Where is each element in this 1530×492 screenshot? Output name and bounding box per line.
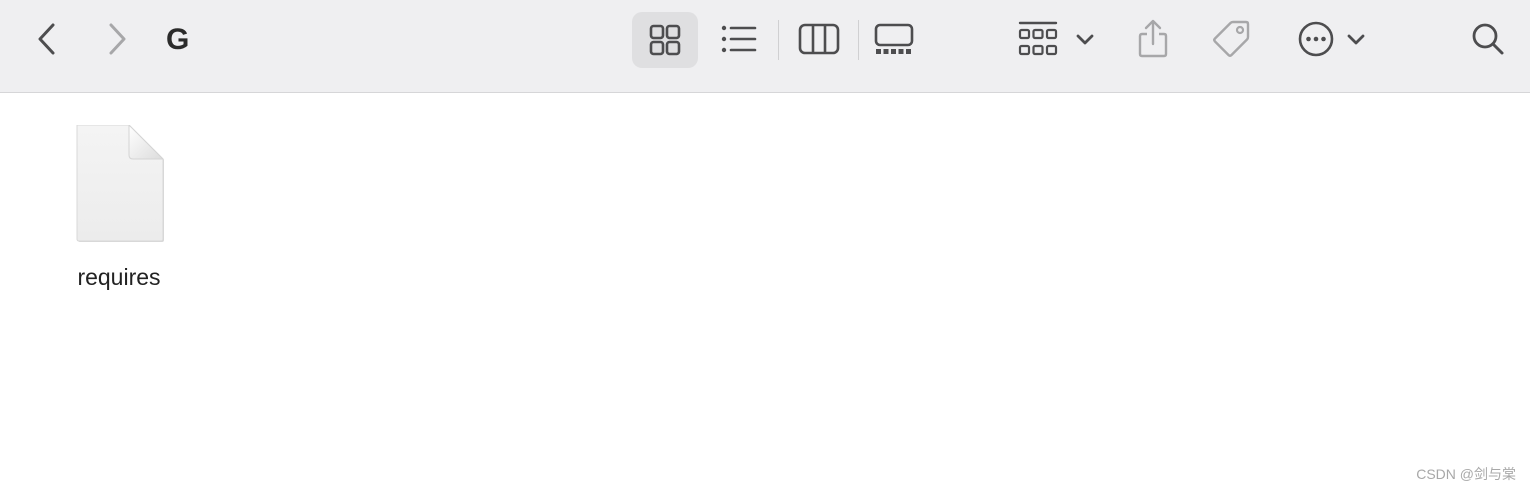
finder-window: G requires CSDN @剑与棠 [0, 0, 1530, 492]
toolbar-divider [778, 20, 779, 60]
list-view-button[interactable] [710, 0, 768, 78]
toolbar: G [0, 0, 1530, 93]
column-view-icon [798, 23, 840, 55]
forward-button[interactable] [96, 0, 140, 78]
list-view-icon [721, 25, 757, 53]
chevron-down-icon [1076, 34, 1094, 45]
icon-view-grid-icon [649, 24, 681, 56]
file-name-label: requires [77, 264, 161, 290]
chevron-left-icon [38, 23, 55, 55]
tag-icon [1213, 20, 1250, 57]
group-by-icon [1018, 21, 1058, 56]
watermark-text: CSDN @剑与棠 [1416, 466, 1516, 482]
icon-view-button[interactable] [632, 12, 698, 68]
chevron-down-icon [1347, 34, 1365, 45]
ellipsis-circle-icon [1298, 21, 1334, 57]
chevron-right-icon [109, 23, 126, 55]
file-browser-content: requires CSDN @剑与棠 [0, 94, 1530, 492]
search-button[interactable] [1462, 0, 1514, 78]
search-icon [1472, 23, 1504, 55]
gallery-view-button[interactable] [866, 0, 922, 78]
file-item[interactable]: requires [60, 122, 178, 302]
tags-button[interactable] [1206, 0, 1256, 78]
share-icon [1138, 19, 1168, 58]
more-actions-button[interactable] [1292, 0, 1372, 78]
back-button[interactable] [24, 0, 68, 78]
folder-title: G [166, 23, 190, 56]
group-by-button[interactable] [1012, 0, 1102, 78]
share-button[interactable] [1130, 0, 1176, 78]
toolbar-divider [858, 20, 859, 60]
gallery-view-icon [874, 23, 914, 54]
column-view-button[interactable] [790, 0, 848, 78]
document-icon [76, 125, 165, 242]
